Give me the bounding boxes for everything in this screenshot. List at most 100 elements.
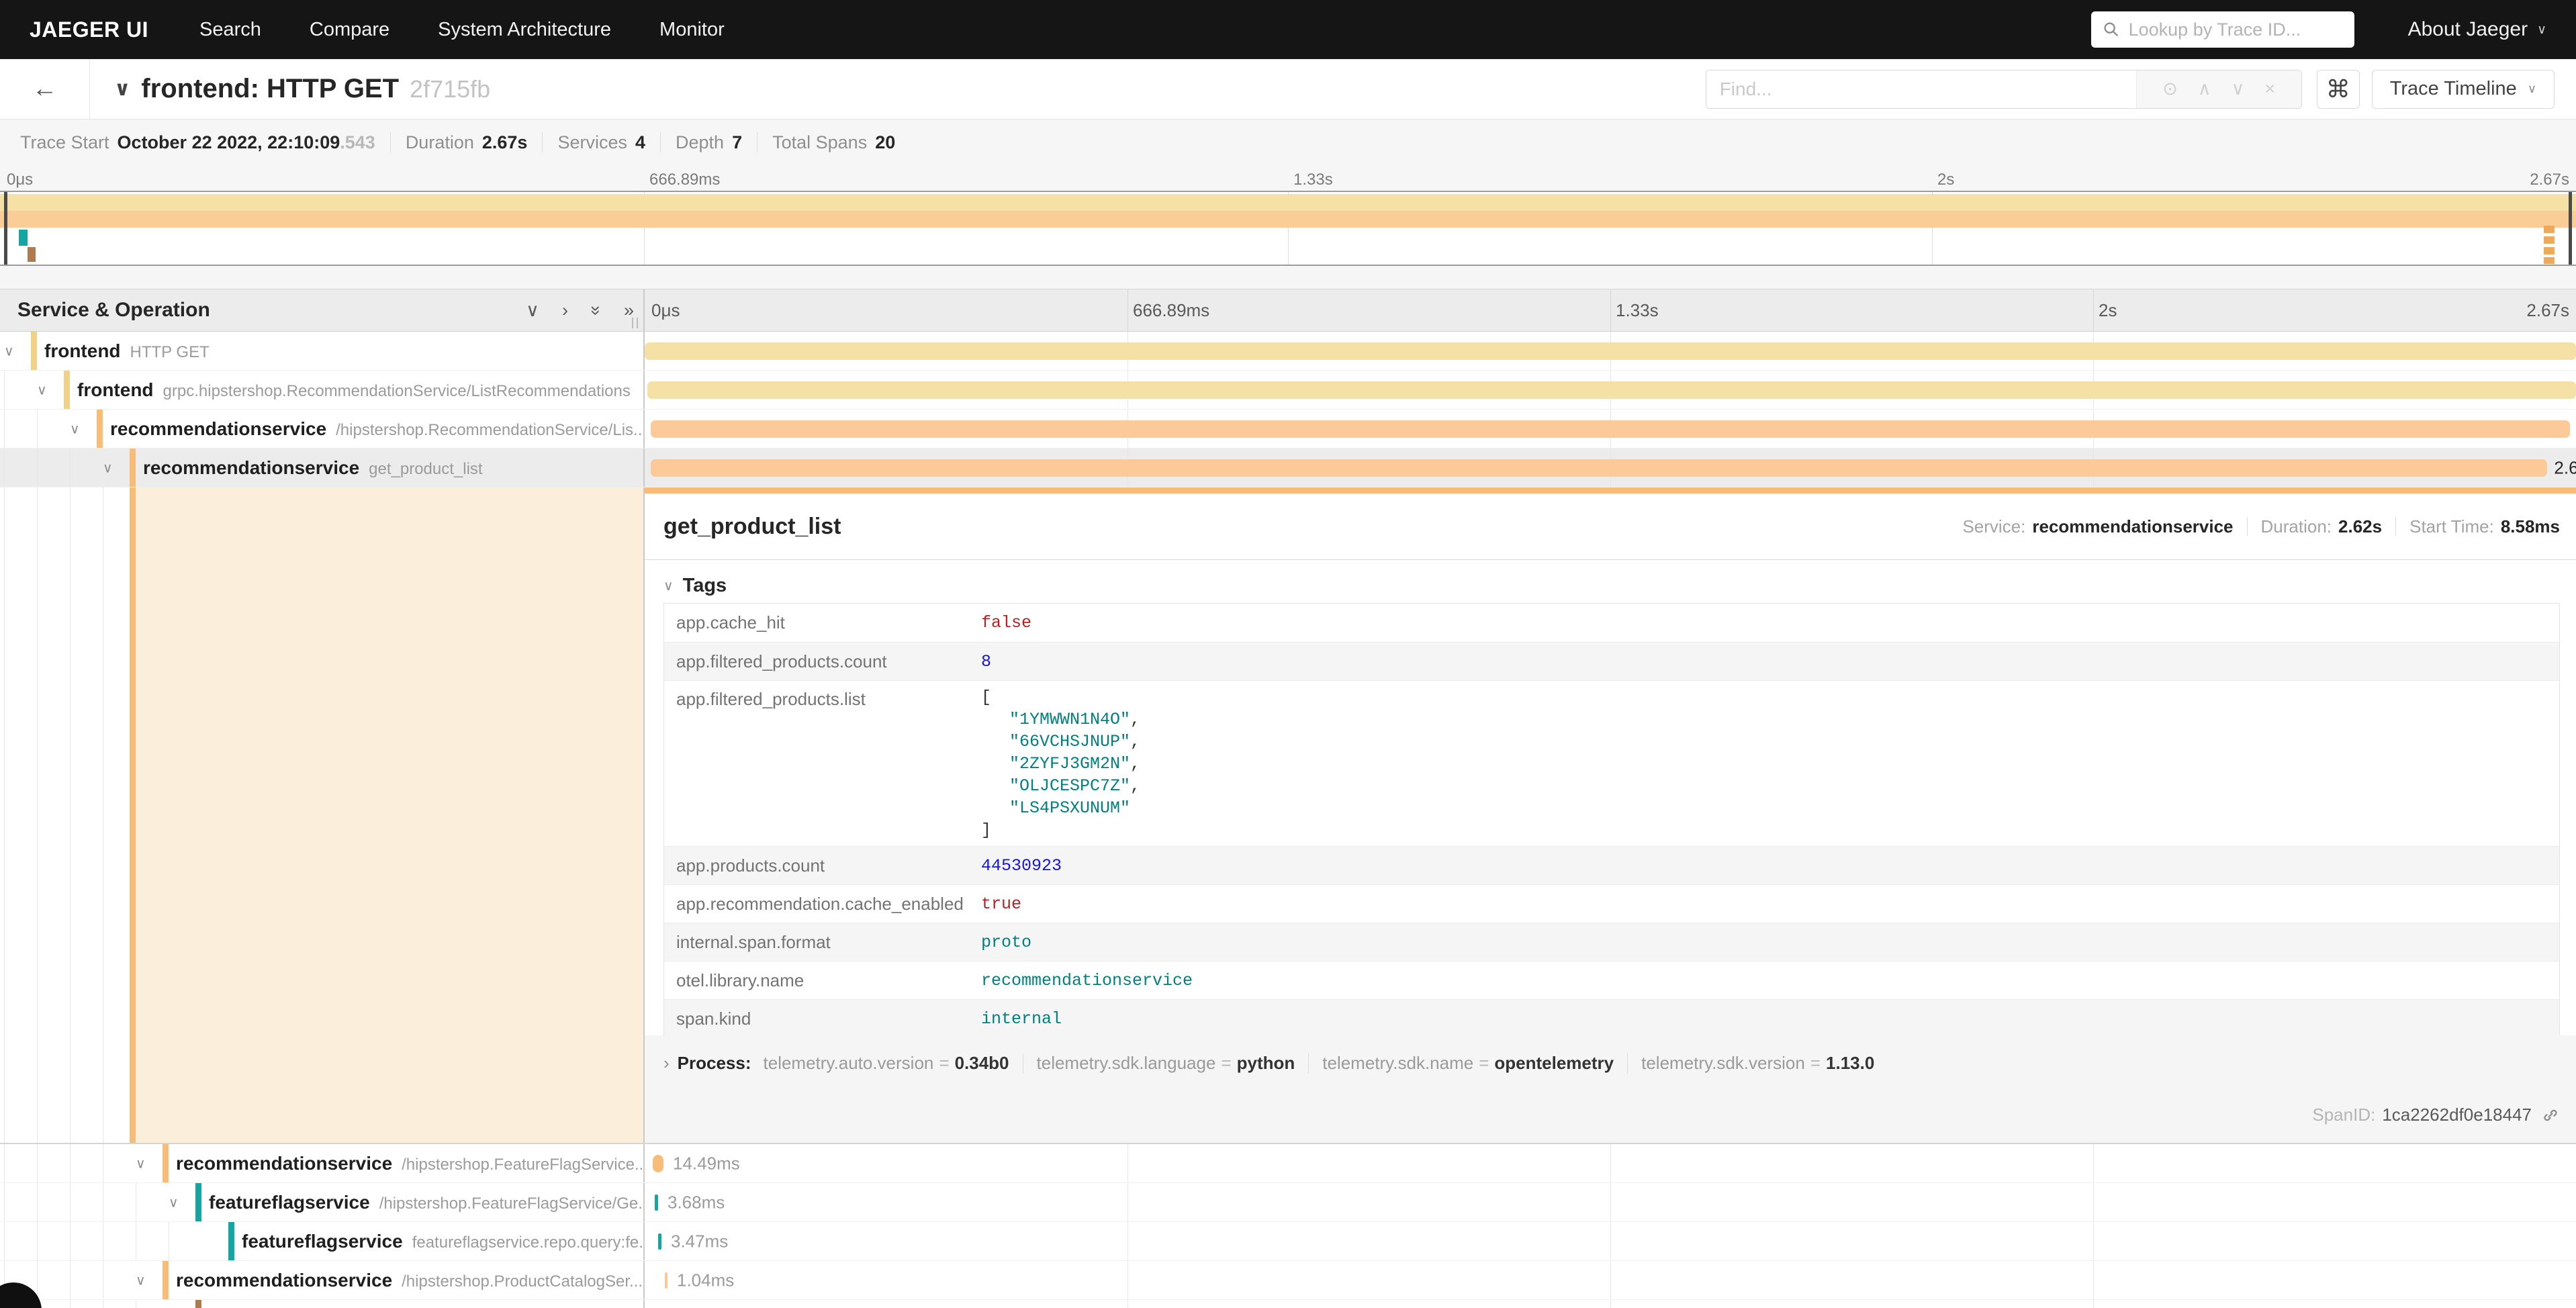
span-row[interactable]: featureflagservicefeatureflagservice.rep… — [0, 1222, 2576, 1261]
about-jaeger-menu[interactable]: About Jaeger ∨ — [2408, 18, 2546, 41]
service-name: frontend — [77, 379, 154, 400]
expand-one-icon[interactable]: » — [624, 300, 634, 320]
service-color-bar — [163, 1144, 169, 1182]
column-resizer-handle[interactable] — [632, 318, 638, 328]
operation-name: /hipstershop.RecommendationService/Lis..… — [336, 421, 645, 439]
span-detail-meta: Service:recommendationserviceDuration:2.… — [1962, 516, 2560, 537]
span-row[interactable]: ∨recommendationservice/hipstershop.Produ… — [0, 1261, 2576, 1300]
span-row[interactable]: ∨ frontend HTTP GET — [0, 332, 2576, 371]
app-logo[interactable]: JAEGER UI — [30, 17, 148, 42]
next-match-icon[interactable]: ∨ — [2232, 79, 2245, 99]
trace-lookup-input[interactable] — [2129, 19, 2344, 40]
span-row[interactable]: ∨recommendationservice/hipstershop.Recom… — [0, 410, 2576, 449]
summary-services: Services4 — [557, 132, 645, 153]
minimap-span-bar — [19, 230, 28, 246]
tag-key: app.recommendation.cache_enabled — [664, 894, 981, 915]
minimap-right-handle[interactable] — [2569, 192, 2572, 265]
span-duration-bar[interactable] — [653, 1155, 663, 1172]
nav-item-system-architecture[interactable]: System Architecture — [438, 19, 611, 41]
nav-item-compare[interactable]: Compare — [310, 19, 389, 41]
about-jaeger-label: About Jaeger — [2408, 18, 2528, 41]
span-expand-chevron-icon[interactable]: ∨ — [136, 1272, 146, 1289]
prev-match-icon[interactable]: ∧ — [2198, 79, 2211, 99]
clear-find-icon[interactable]: × — [2264, 79, 2275, 99]
tag-key: app.products.count — [664, 855, 981, 876]
service-operation-title: Service & Operation — [17, 299, 503, 322]
minimap-left-handle[interactable] — [4, 192, 7, 265]
span-extent-accent — [645, 487, 2576, 494]
focus-match-icon[interactable]: ⊙ — [2162, 79, 2178, 99]
nav-item-search[interactable]: Search — [199, 19, 261, 41]
tag-row[interactable]: app.filtered_products.list["1YMWWN1N4O",… — [664, 680, 2559, 846]
process-tag-key: telemetry.sdk.version — [1641, 1053, 1805, 1074]
service-name: featureflagservice — [242, 1231, 403, 1252]
trace-minimap: 0μs666.89ms1.33s2s2.67s — [0, 165, 2576, 289]
tick-label: 0μs — [7, 171, 33, 189]
operation-name: /hipstershop.FeatureFlagService... — [402, 1156, 645, 1174]
span-duration-bar[interactable] — [647, 381, 2576, 399]
trace-view-select[interactable]: Trace Timeline ∨ — [2372, 70, 2555, 109]
tag-row[interactable]: app.recommendation.cache_enabledtrue — [664, 884, 2559, 923]
operation-name: HTTP GET — [130, 343, 210, 361]
span-duration-bar[interactable] — [665, 1272, 668, 1289]
tag-row[interactable]: internal.span.formatproto — [664, 923, 2559, 961]
process-row[interactable]: › Process: telemetry.auto.version=0.34b0… — [663, 1053, 1874, 1074]
operation-name: /hipstershop.FeatureFlagService/Ge... — [379, 1195, 645, 1213]
span-duration-bar[interactable] — [658, 1233, 661, 1250]
tag-row[interactable]: otel.library.namerecommendationservice — [664, 961, 2559, 999]
find-input[interactable] — [1706, 71, 2136, 108]
service-operation-header: Service & Operation ∨ › » » — [0, 289, 645, 331]
tag-row[interactable]: app.cache_hitfalse — [664, 604, 2559, 642]
span-duration-bar[interactable] — [645, 342, 2576, 360]
span-expand-chevron-icon[interactable]: ∨ — [37, 381, 47, 398]
jaeger-trace-page: JAEGER UI Search Compare System Architectu… — [0, 0, 2576, 1308]
service-name: frontend — [44, 340, 121, 361]
span-expand-chevron-icon[interactable]: ∨ — [4, 342, 14, 359]
span-row[interactable]: ∨recommendationserviceget_product_list2.… — [0, 449, 2576, 487]
collapse-one-icon[interactable]: » — [587, 305, 605, 315]
span-duration-bar[interactable] — [655, 1195, 658, 1211]
tick-label: 2s — [2099, 300, 2117, 321]
span-expand-chevron-icon[interactable]: ∨ — [169, 1194, 179, 1211]
process-tag-value: 0.34b0 — [955, 1053, 1009, 1074]
span-expand-chevron-icon[interactable]: ∨ — [136, 1155, 146, 1172]
span-detail-panel: get_product_list Service:recommendations… — [645, 487, 2576, 1143]
tick-label: 1.33s — [1293, 171, 1333, 189]
tick-label: 2.67s — [2526, 300, 2569, 321]
collapse-all-icon[interactable]: ∨ — [526, 300, 539, 320]
keyboard-shortcuts-button[interactable]: ⌘ — [2317, 70, 2360, 109]
tick-label: 2s — [1937, 171, 1954, 189]
tag-row[interactable]: span.kindinternal — [664, 999, 2559, 1037]
tags-section-toggle[interactable]: ∨ Tags — [663, 571, 2560, 600]
trace-title: frontend: HTTP GET — [141, 74, 399, 104]
tag-value: 8 — [981, 651, 991, 673]
span-duration-bar[interactable] — [651, 459, 2547, 477]
summary-trace-start: Trace StartOctober 22 2022, 22:10:09.543 — [20, 132, 375, 153]
chevron-down-icon: ∨ — [2537, 22, 2546, 38]
back-button[interactable]: ← — [0, 59, 90, 119]
nav-right: About Jaeger ∨ — [2091, 11, 2546, 48]
span-expand-chevron-icon[interactable]: ∨ — [70, 420, 80, 437]
span-expand-chevron-icon[interactable]: ∨ — [103, 459, 113, 476]
find-controls: ⊙ ∧ ∨ × — [2136, 71, 2301, 108]
span-id-value: 1ca2262df0e18447 — [2382, 1105, 2532, 1125]
expand-all-icon[interactable]: › — [562, 300, 568, 320]
span-detail-footer: › Process: telemetry.auto.version=0.34b0… — [645, 1035, 2576, 1143]
span-row[interactable]: ∨featureflagservice/hipstershop.FeatureF… — [0, 1183, 2576, 1222]
chevron-down-icon: ∨ — [2528, 82, 2536, 96]
detail-meta-label: Start Time: — [2409, 516, 2494, 537]
span-duration-label: 14.49ms — [673, 1153, 740, 1174]
span-duration-bar[interactable] — [651, 420, 2571, 438]
span-detail-row: get_product_list Service:recommendations… — [0, 487, 2576, 1144]
minimap-canvas[interactable] — [0, 191, 2576, 266]
span-row[interactable] — [0, 1300, 2576, 1308]
nav-item-monitor[interactable]: Monitor — [659, 19, 725, 41]
deep-link-icon[interactable] — [2541, 1106, 2560, 1125]
tag-row[interactable]: app.filtered_products.count8 — [664, 642, 2559, 680]
tick-label: 2.67s — [2530, 171, 2569, 189]
tag-row[interactable]: app.products.count44530923 — [664, 846, 2559, 884]
collapse-trace-chevron-icon[interactable]: ∨ — [114, 77, 130, 101]
span-row[interactable]: ∨frontendgrpc.hipstershop.Recommendation… — [0, 371, 2576, 410]
span-row[interactable]: ∨recommendationservice/hipstershop.Featu… — [0, 1144, 2576, 1183]
process-tag-value: 1.13.0 — [1826, 1053, 1874, 1074]
